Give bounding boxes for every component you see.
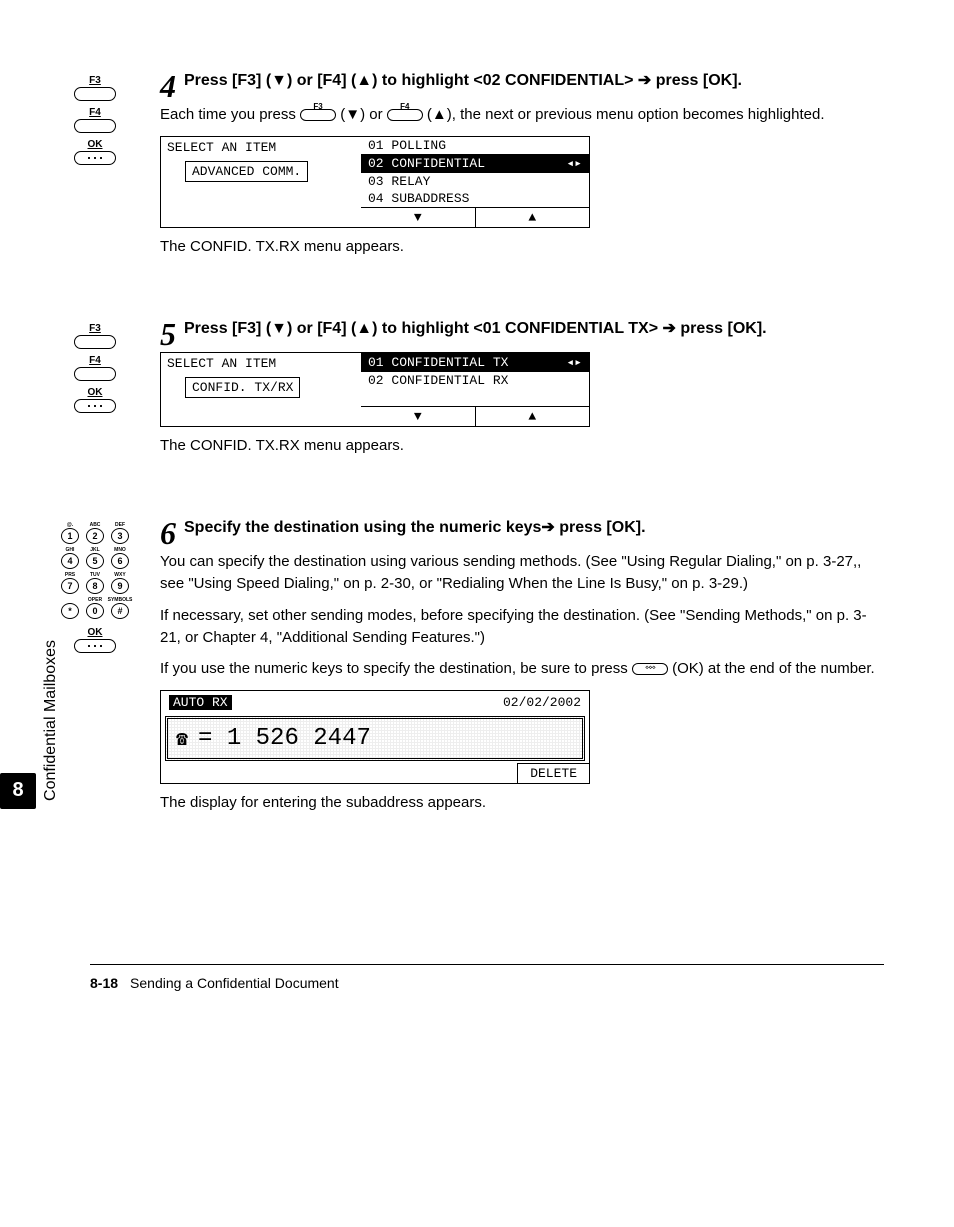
lcd-down-arrow: ▼ — [361, 407, 475, 426]
step6-lcd: AUTO RX 02/02/2002 ☎ = 1 526 2447 DELETE — [160, 690, 590, 784]
step4-body: Each time you press F3 (▼) or F4 (▲), th… — [160, 104, 884, 126]
lcd-down-arrow: ▼ — [361, 208, 475, 227]
chapter-tab: Confidential Mailboxes 8 — [0, 640, 60, 809]
step-4: F3 F4 OK 4 Press [F3] (▼) or [F4] (▲) to… — [30, 70, 884, 268]
f3-inline-icon: F3 — [300, 109, 336, 121]
lcd-prompt: SELECT AN ITEM — [167, 356, 355, 371]
step-6: @.1 ABC2 DEF3 GHI4 JKL5 MNO6 PRS7 TUV8 W… — [30, 517, 884, 824]
step4-title: 4 Press [F3] (▼) or [F4] (▲) to highligh… — [160, 70, 884, 92]
lcd-opt-03: 03 RELAY — [361, 173, 589, 190]
lcd-up-arrow: ▲ — [475, 407, 590, 426]
ok-inline-icon — [632, 663, 668, 675]
ok-button-graphic: OK — [74, 387, 116, 413]
step4-after: The CONFID. TX.RX menu appears. — [160, 236, 884, 258]
lcd-breadcrumb: ADVANCED COMM. — [185, 161, 308, 182]
f4-button-graphic: F4 — [74, 355, 116, 381]
lcd-prompt: SELECT AN ITEM — [167, 140, 355, 155]
step6-keypad: @.1 ABC2 DEF3 GHI4 JKL5 MNO6 PRS7 TUV8 W… — [30, 517, 160, 659]
f3-button-graphic: F3 — [74, 75, 116, 101]
step5-after: The CONFID. TX.RX menu appears. — [160, 435, 884, 457]
chapter-label: Confidential Mailboxes — [42, 640, 60, 801]
step5-buttons: F3 F4 OK — [30, 318, 160, 419]
numeric-keypad-graphic: @.1 ABC2 DEF3 GHI4 JKL5 MNO6 PRS7 TUV8 W… — [59, 522, 131, 619]
lcd-number-display: ☎ = 1 526 2447 — [165, 716, 585, 761]
step-5: F3 F4 OK 5 Press [F3] (▼) or [F4] (▲) to… — [30, 318, 884, 467]
page-number: 8-18 — [90, 975, 118, 991]
step5-lcd: SELECT AN ITEM CONFID. TX/RX 01 CONFIDEN… — [160, 352, 590, 427]
lcd-opt-02-highlighted: 02 CONFIDENTIAL◂▸ — [361, 154, 589, 173]
lcd-opt-04: 04 SUBADDRESS — [361, 190, 589, 207]
step6-title: 6 Specify the destination using the nume… — [160, 517, 884, 539]
step4-lcd: SELECT AN ITEM ADVANCED COMM. 01 POLLING… — [160, 136, 590, 228]
step4-buttons: F3 F4 OK — [30, 70, 160, 171]
step6-after: The display for entering the subaddress … — [160, 792, 884, 814]
page-footer: 8-18 Sending a Confidential Document — [90, 964, 884, 991]
f4-button-graphic: F4 — [74, 107, 116, 133]
f4-inline-icon: F4 — [387, 109, 423, 121]
chapter-number: 8 — [0, 773, 36, 809]
lcd-date: 02/02/2002 — [503, 695, 581, 710]
lcd-opt-02: 02 CONFIDENTIAL RX — [361, 372, 589, 389]
lcd-mode: AUTO RX — [169, 695, 232, 710]
step6-body: You can specify the destination using va… — [160, 551, 884, 680]
phone-icon: ☎ — [176, 726, 188, 752]
lcd-up-arrow: ▲ — [475, 208, 590, 227]
f3-button-graphic: F3 — [74, 323, 116, 349]
footer-title: Sending a Confidential Document — [130, 975, 339, 991]
lcd-opt-01-highlighted: 01 CONFIDENTIAL TX◂▸ — [361, 353, 589, 372]
step5-title: 5 Press [F3] (▼) or [F4] (▲) to highligh… — [160, 318, 884, 340]
lcd-delete-label: DELETE — [517, 763, 589, 783]
lcd-opt-01: 01 POLLING — [361, 137, 589, 154]
lcd-breadcrumb: CONFID. TX/RX — [185, 377, 300, 398]
ok-button-graphic: OK — [74, 139, 116, 165]
ok-button-graphic: OK — [74, 627, 116, 653]
